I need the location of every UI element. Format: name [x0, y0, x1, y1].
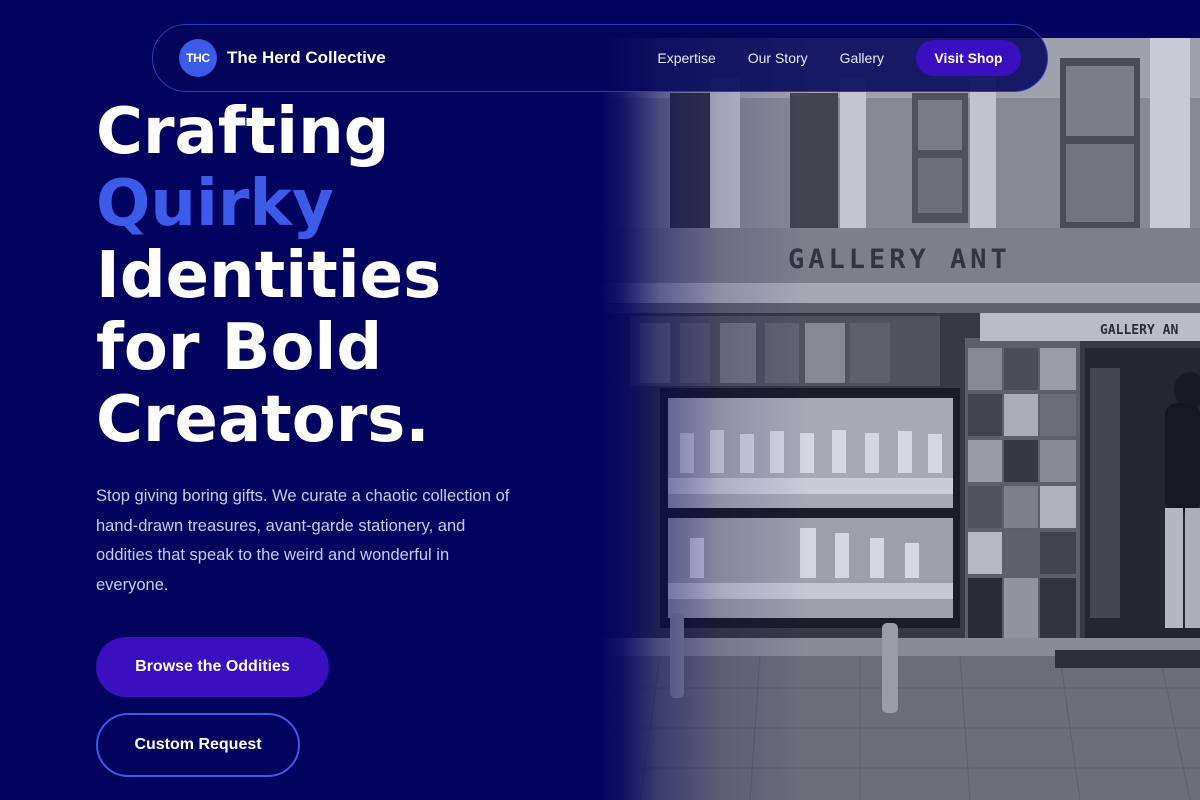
hero-subtitle: Stop giving boring gifts. We curate a ch…	[96, 487, 510, 594]
door-sign-text: GALLERY AN	[1100, 323, 1178, 338]
hero-title-line-5: Creators.	[96, 383, 430, 457]
nav-link-expertise[interactable]: Expertise	[657, 50, 715, 66]
brand-link[interactable]: THC The Herd Collective	[179, 39, 386, 77]
landing-page: GALLERY ANT GALLERY AN THC The Herd Coll…	[0, 0, 1200, 800]
hero-title-line-1: Crafting	[96, 95, 390, 169]
nav-link-our-story[interactable]: Our Story	[748, 50, 808, 66]
visit-shop-button[interactable]: Visit Shop	[916, 40, 1021, 76]
storefront-photo: GALLERY ANT GALLERY AN	[600, 38, 1200, 800]
logo-badge: THC	[179, 39, 217, 77]
storefront-illustration: GALLERY ANT GALLERY AN	[600, 38, 1200, 800]
hero-title-line-accent: Quirky	[96, 167, 334, 241]
shop-sign-text: GALLERY ANT	[788, 244, 1011, 275]
hero-title-line-3: Identities	[96, 239, 442, 313]
custom-request-button[interactable]: Custom Request	[96, 713, 300, 777]
navbar: THC The Herd Collective Expertise Our St…	[152, 24, 1048, 92]
brand-name: The Herd Collective	[227, 48, 386, 67]
nav-link-gallery[interactable]: Gallery	[840, 50, 884, 66]
hero-title: Crafting Quirky Identities for Bold Crea…	[96, 96, 441, 456]
browse-oddities-button[interactable]: Browse the Oddities	[96, 637, 329, 697]
nav-links: Expertise Our Story Gallery Visit Shop	[657, 40, 1021, 76]
hero-title-line-4: for Bold	[96, 311, 383, 385]
